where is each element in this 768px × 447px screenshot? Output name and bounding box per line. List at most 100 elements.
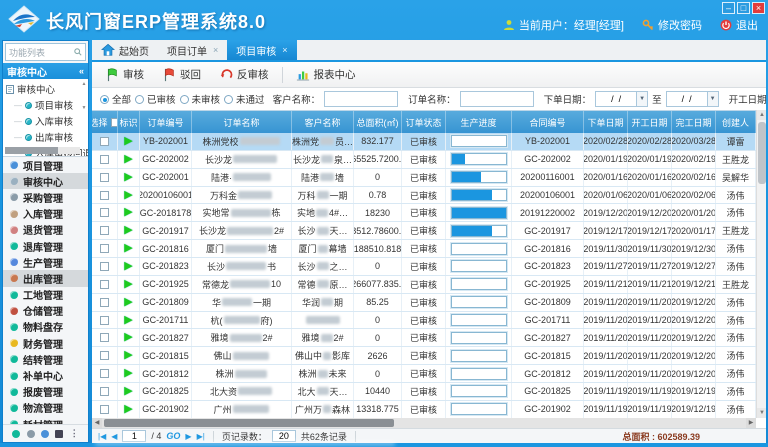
column-header-creator[interactable]: 创建人	[716, 111, 756, 133]
dot-icon[interactable]	[12, 430, 20, 438]
tab-close-icon[interactable]: ×	[213, 45, 218, 55]
column-header-area[interactable]: 总面积(㎡)	[354, 111, 402, 133]
function-search-input[interactable]: 功能列表	[5, 43, 86, 61]
row-checkbox[interactable]	[100, 333, 109, 342]
scroll-up-icon[interactable]: ▲	[757, 110, 766, 120]
tree-item-项目审核[interactable]: —项目审核	[14, 98, 86, 112]
sidebar-item-补单中心[interactable]: 补单中心	[3, 367, 88, 383]
table-row[interactable]: ▶20200106001万科金万科一期0.78已审核20200106001202…	[92, 187, 756, 205]
row-checkbox[interactable]	[100, 226, 109, 235]
tab-project-audit[interactable]: 项目审核×	[227, 40, 296, 60]
row-checkbox[interactable]	[100, 405, 109, 414]
tree-root-node[interactable]: 审核中心	[6, 82, 86, 96]
table-row[interactable]: ▶GC-201827雅境2#雅境2#0已审核GC-2018272019/11/2…	[92, 329, 756, 347]
radio-已审核[interactable]: 已审核	[135, 92, 176, 106]
dropdown-arrow-icon[interactable]: ▼	[636, 92, 647, 106]
tab-home[interactable]: 起始页	[92, 40, 158, 60]
column-header-status[interactable]: 订单状态	[402, 111, 446, 133]
close-button[interactable]: ×	[752, 2, 765, 14]
column-header-start_date[interactable]: 开工日期	[628, 111, 672, 133]
radio-dot-icon[interactable]	[180, 95, 189, 104]
column-header-customer[interactable]: 客户名称	[292, 111, 354, 133]
sidebar-item-结转管理[interactable]: 结转管理	[3, 351, 88, 367]
more-icon[interactable]: ⋮	[70, 428, 79, 439]
column-header-contract[interactable]: 合同编号	[512, 111, 584, 133]
row-checkbox[interactable]	[100, 369, 109, 378]
radio-dot-icon[interactable]	[100, 95, 109, 104]
tree-item-出库审核[interactable]: —出库审核	[14, 130, 86, 144]
column-header-sel[interactable]: 选择	[92, 111, 118, 133]
radio-dot-icon[interactable]	[135, 95, 144, 104]
sidebar-item-出库管理[interactable]: 出库管理	[3, 270, 88, 286]
sidebar-item-审核中心[interactable]: 审核中心	[3, 173, 88, 189]
column-header-name[interactable]: 订单名称	[192, 111, 292, 133]
column-header-finish_date[interactable]: 完工日期	[672, 111, 716, 133]
sidebar-item-工地管理[interactable]: 工地管理	[3, 287, 88, 303]
table-row[interactable]: ▶GC-201809华一期华润期85.25已审核GC-2018092019/11…	[92, 294, 756, 312]
order-date-to-input[interactable]: ▼	[666, 91, 719, 107]
sidebar-item-物流管理[interactable]: 物流管理	[3, 400, 88, 416]
maximize-button[interactable]: □	[737, 2, 750, 14]
radio-未通过[interactable]: 未通过	[224, 92, 265, 106]
row-checkbox[interactable]	[100, 137, 109, 146]
scroll-right-icon[interactable]: ▶	[746, 418, 756, 428]
table-row[interactable]: ▶GC-201902广州广州万森林13318.775已审核GC-20190220…	[92, 401, 756, 418]
collapse-icon[interactable]: «	[79, 66, 84, 76]
change-password-button[interactable]: 修改密码	[642, 17, 702, 33]
table-row[interactable]: ▶GC-202001陆港·陆港墙0已审核202001160012020/01/1…	[92, 169, 756, 187]
radio-全部[interactable]: 全部	[100, 92, 131, 106]
row-checkbox[interactable]	[100, 208, 109, 217]
row-checkbox[interactable]	[100, 173, 109, 182]
sidebar-item-报废管理[interactable]: 报废管理	[3, 384, 88, 400]
tab-close-icon[interactable]: ×	[282, 45, 287, 55]
tree-item-入库审核[interactable]: —入库审核	[14, 114, 86, 128]
unaudit-button[interactable]: 反审核	[212, 65, 276, 84]
table-row[interactable]: ▶GC-201917长沙龙2#长沙天…8512.78600..已审核GC-201…	[92, 222, 756, 240]
reject-button[interactable]: 驳回	[155, 65, 208, 84]
sidebar-item-财务管理[interactable]: 财务管理	[3, 335, 88, 351]
horizontal-scrollbar[interactable]: ◀ ▶	[92, 418, 756, 428]
column-header-order_date[interactable]: 下单日期	[584, 111, 628, 133]
order-date-from-input[interactable]: ▼	[595, 91, 648, 107]
scroll-down-icon[interactable]: ▼	[757, 408, 766, 418]
select-all-checkbox[interactable]	[111, 118, 118, 127]
row-checkbox[interactable]	[100, 351, 109, 360]
row-checkbox[interactable]	[100, 316, 109, 325]
minimize-button[interactable]: –	[722, 2, 735, 14]
cart-icon[interactable]	[27, 430, 35, 438]
order-name-input[interactable]	[460, 91, 534, 107]
row-checkbox[interactable]	[100, 244, 109, 253]
tree-scroll-arrows[interactable]: ▲▼	[81, 81, 87, 146]
dropdown-arrow-icon[interactable]: ▼	[707, 92, 718, 106]
sidebar-item-生产管理[interactable]: 生产管理	[3, 254, 88, 270]
vertical-scroll-thumb[interactable]	[758, 122, 766, 184]
tree-horizontal-scrollbar[interactable]	[5, 147, 80, 154]
sidebar-item-采购管理[interactable]: 采购管理	[3, 189, 88, 205]
sidebar-item-退库管理[interactable]: 退库管理	[3, 238, 88, 254]
row-checkbox[interactable]	[100, 280, 109, 289]
leaf-icon[interactable]	[41, 430, 49, 438]
sidebar-item-耗材管理[interactable]: 耗材管理	[3, 416, 88, 424]
column-header-progress[interactable]: 生产进度	[446, 111, 512, 133]
sidebar-item-物料盘存[interactable]: 物料盘存	[3, 319, 88, 335]
table-row[interactable]: ▶GC-202002长沙龙长沙龙泉…65525.7200..已审核GC-2020…	[92, 151, 756, 169]
table-row[interactable]: ▶GC-2018178实地常栋实地4#…18230已审核201912200022…	[92, 204, 756, 222]
row-checkbox[interactable]	[100, 387, 109, 396]
tab-project-order[interactable]: 项目订单×	[158, 40, 227, 60]
horizontal-scroll-thumb[interactable]	[104, 419, 394, 427]
scroll-left-icon[interactable]: ◀	[92, 418, 102, 428]
row-checkbox[interactable]	[100, 298, 109, 307]
table-row[interactable]: ▶GC-201815佛山佛山中影库2626已审核GC-2018152019/11…	[92, 347, 756, 365]
sidebar-item-退货管理[interactable]: 退货管理	[3, 222, 88, 238]
radio-dot-icon[interactable]	[224, 95, 233, 104]
report-center-button[interactable]: 报表中心	[289, 65, 363, 84]
sidebar-item-项目管理[interactable]: 项目管理	[3, 157, 88, 173]
table-row[interactable]: ▶GC-201816厦门墙厦门幕墙188510.818已审核GC-2018162…	[92, 240, 756, 258]
table-row[interactable]: ▶GC-201823长沙书长沙之…0已审核GC-2018232019/11/27…	[92, 258, 756, 276]
vertical-scrollbar[interactable]: ▲ ▼	[756, 110, 766, 418]
table-row[interactable]: ▶YB-202001株洲党校株洲党员…832.177已审核YB-20200120…	[92, 133, 756, 151]
table-row[interactable]: ▶GC-201925常德龙10常德原…266077.835..已审核GC-201…	[92, 276, 756, 294]
logout-button[interactable]: 退出	[720, 17, 758, 33]
radio-未审核[interactable]: 未审核	[180, 92, 221, 106]
row-checkbox[interactable]	[100, 191, 109, 200]
